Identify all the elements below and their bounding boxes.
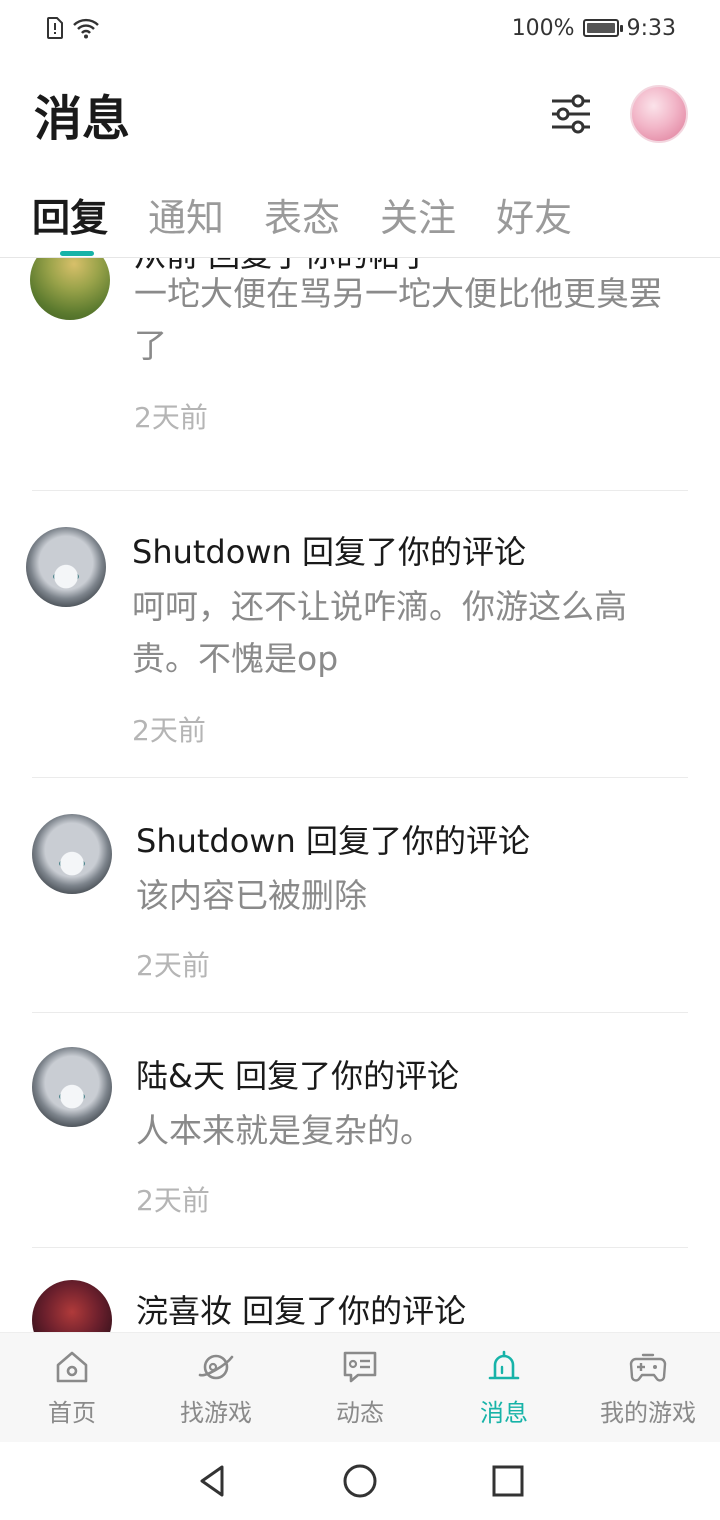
tab-follows[interactable]: 关注: [380, 172, 456, 258]
message-title: 浣喜妆 回复了你的评论: [136, 1292, 467, 1330]
message-title: Shutdown 回复了你的评论: [132, 533, 526, 571]
nav-feed[interactable]: 动态: [288, 1347, 432, 1428]
status-bar: 100% 9:33: [0, 0, 720, 56]
tab-bar: 回复 通知 表态 关注 好友: [0, 172, 720, 258]
page-title: 消息: [34, 91, 131, 147]
message-item[interactable]: 从前 回复了你的帖子 一坨大便在骂另一坨大便比他更臭罢了 2天前: [0, 258, 720, 490]
message-time: 2天前: [132, 714, 206, 747]
screen: 100% 9:33 消息 回复 通知 表态 关注 好友 一坨大便在骂另一坨大便比…: [0, 0, 720, 1520]
bottom-nav: 首页 找游戏 动态 消息 我的游戏: [0, 1332, 720, 1442]
status-right: 100% 9:33: [512, 16, 676, 41]
planet-icon: [198, 1354, 234, 1380]
nav-find-games[interactable]: 找游戏: [144, 1347, 288, 1428]
battery-percent: 100%: [511, 15, 575, 41]
tab-friends[interactable]: 好友: [496, 172, 572, 258]
avatar[interactable]: [32, 1047, 112, 1127]
sim-alert-icon: [47, 17, 63, 39]
message-item[interactable]: Shutdown 回复了你的评论 呵呵，还不让说咋滴。你游这么高贵。不愧是op …: [0, 491, 720, 777]
wifi-icon: [73, 18, 99, 39]
tab-replies[interactable]: 回复: [32, 172, 108, 258]
gamepad-icon: [629, 1353, 667, 1382]
nav-my-games-label: 我的游戏: [600, 1399, 696, 1427]
nav-find-games-label: 找游戏: [180, 1399, 252, 1427]
message-title: 陆&天 回复了你的评论: [136, 1057, 460, 1095]
bell-icon: [488, 1350, 520, 1380]
avatar[interactable]: [32, 814, 112, 894]
message-list: 从前 回复了你的帖子 一坨大便在骂另一坨大便比他更臭罢了 2天前 Shutdow…: [0, 258, 720, 1332]
avatar[interactable]: [26, 527, 106, 607]
back-icon[interactable]: [194, 1463, 230, 1499]
home-circle-icon[interactable]: [342, 1463, 378, 1499]
tab-notifications[interactable]: 通知: [148, 172, 224, 258]
message-time: 2天前: [136, 949, 210, 982]
battery-icon: [582, 19, 623, 37]
nav-home[interactable]: 首页: [0, 1347, 144, 1428]
nav-my-games[interactable]: 我的游戏: [576, 1347, 720, 1428]
message-item[interactable]: Shutdown 回复了你的评论 该内容已被删除 2天前: [0, 778, 720, 1012]
nav-messages[interactable]: 消息: [432, 1347, 576, 1428]
message-body: 呵呵，还不让说咋滴。你游这么高贵。不愧是op: [132, 587, 627, 678]
nav-home-label: 首页: [48, 1399, 96, 1427]
recents-square-icon[interactable]: [490, 1463, 526, 1499]
status-left: [46, 17, 100, 39]
nav-feed-label: 动态: [336, 1399, 384, 1427]
message-time: 2天前: [136, 1184, 210, 1217]
message-body: 人本来就是复杂的。: [136, 1111, 433, 1150]
home-icon: [56, 1351, 88, 1383]
system-nav-bar: [0, 1442, 720, 1520]
user-avatar[interactable]: [630, 85, 688, 143]
avatar[interactable]: [32, 1280, 112, 1332]
header-actions: [550, 85, 688, 143]
nav-messages-label: 消息: [480, 1399, 528, 1427]
message-item[interactable]: 陆&天 回复了你的评论 人本来就是复杂的。 2天前: [0, 1013, 720, 1247]
feed-icon: [343, 1351, 377, 1383]
message-body: 该内容已被删除: [136, 876, 367, 915]
message-body: 一坨大便在骂另一坨大便比他更臭罢了: [134, 274, 662, 365]
message-title: Shutdown 回复了你的评论: [136, 822, 530, 860]
tab-reactions[interactable]: 表态: [264, 172, 340, 258]
header: 消息: [0, 56, 720, 172]
filter-settings-icon[interactable]: [550, 94, 592, 134]
avatar[interactable]: [30, 258, 110, 320]
message-item[interactable]: 浣喜妆 回复了你的评论: [0, 1248, 720, 1332]
message-time: 2天前: [134, 401, 208, 434]
status-time: 9:33: [626, 15, 676, 41]
